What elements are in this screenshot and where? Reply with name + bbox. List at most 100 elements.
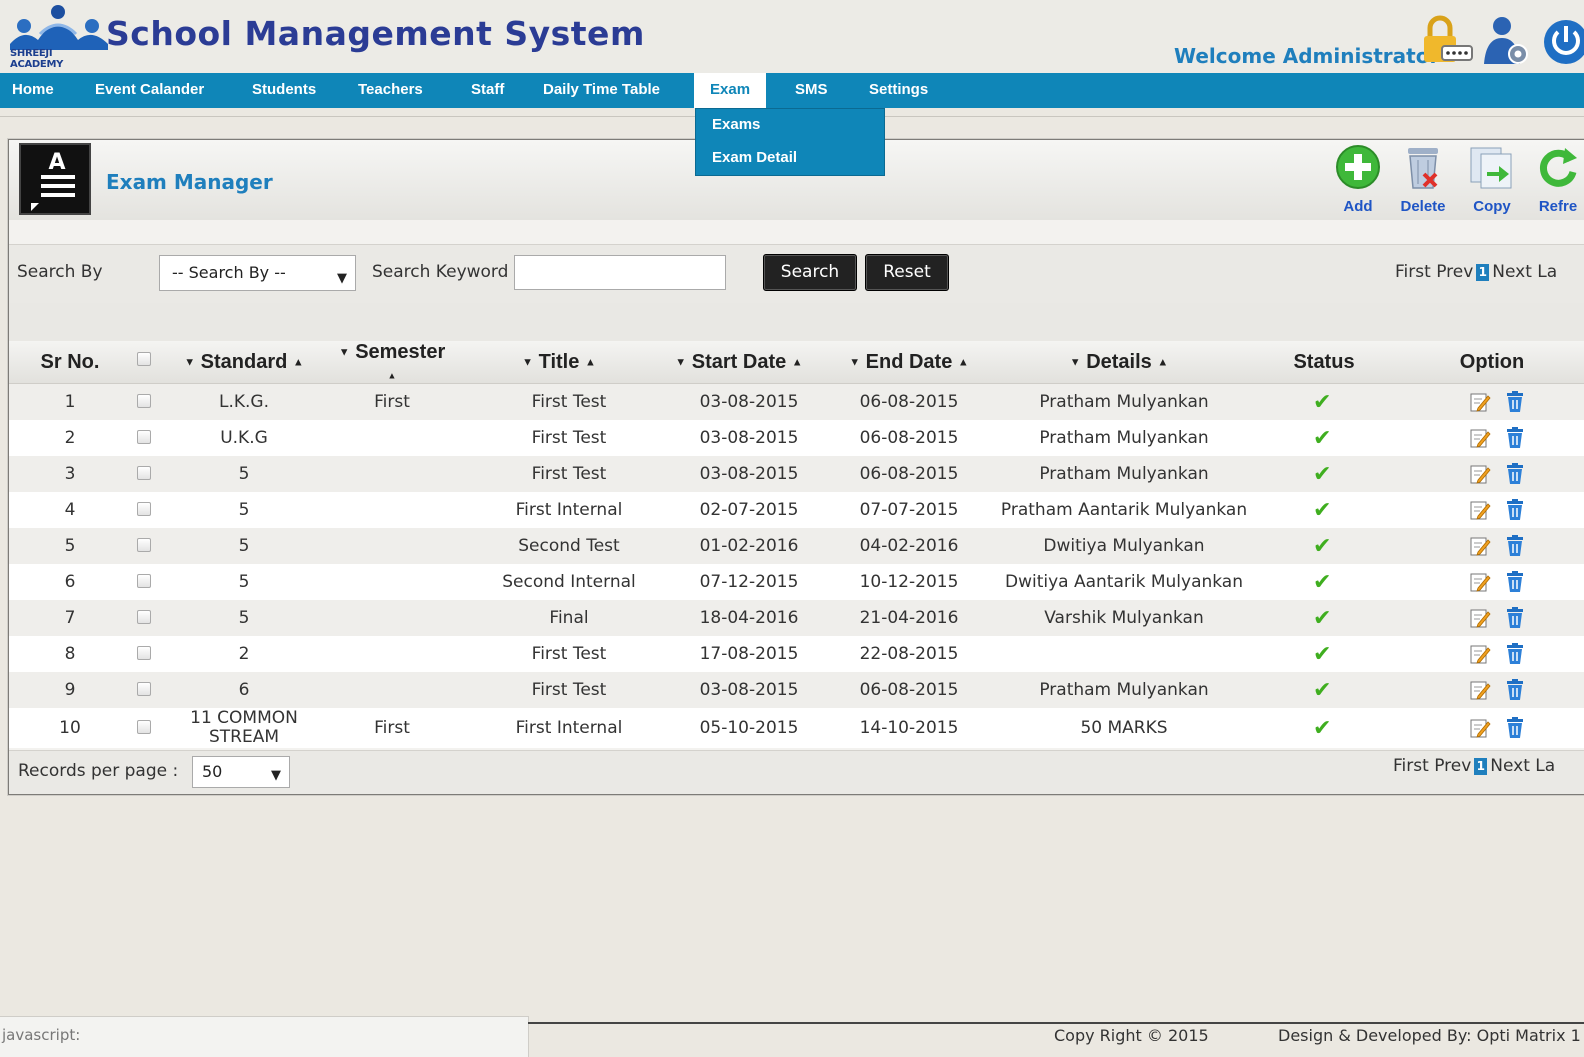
delete-row-icon[interactable] <box>1505 643 1525 669</box>
edit-icon[interactable] <box>1469 607 1491 633</box>
delete-row-icon[interactable] <box>1505 571 1525 597</box>
delete-row-icon[interactable] <box>1505 717 1525 743</box>
cell-start-date: 02-07-2015 <box>699 500 799 520</box>
reset-button[interactable]: Reset <box>865 254 949 291</box>
status-active-check-icon: ✔ <box>1313 534 1332 559</box>
search-button[interactable]: Search <box>763 254 857 291</box>
nav-event-calander[interactable]: Event Calander <box>95 73 204 108</box>
row-checkbox[interactable] <box>137 682 151 696</box>
copy-button[interactable]: Copy <box>1461 144 1523 215</box>
status-active-check-icon: ✔ <box>1313 390 1332 415</box>
nav-students[interactable]: Students <box>252 73 316 108</box>
sort-desc-icon: ▼ <box>184 356 196 369</box>
cell-semester <box>327 420 457 456</box>
cell-title: Second Test <box>518 536 620 556</box>
developer-credit: Design & Developed By: Opti Matrix 1 <box>1278 1026 1581 1045</box>
nav-daily-time-table[interactable]: Daily Time Table <box>543 73 660 108</box>
delete-row-icon[interactable] <box>1505 607 1525 633</box>
cell-standard: 11 COMMON STREAM <box>190 708 298 747</box>
edit-icon[interactable] <box>1469 717 1491 743</box>
lock-password-icon[interactable] <box>1422 14 1474 70</box>
nav-home[interactable]: Home <box>12 73 54 108</box>
edit-icon[interactable] <box>1469 499 1491 525</box>
row-checkbox[interactable] <box>137 720 151 734</box>
th-standard[interactable]: ▼ Standard ▲ <box>169 351 319 374</box>
row-checkbox[interactable] <box>137 610 151 624</box>
app-title: School Management System <box>106 14 645 53</box>
search-keyword-input[interactable] <box>514 255 726 290</box>
edit-icon[interactable] <box>1469 391 1491 417</box>
edit-icon[interactable] <box>1469 535 1491 561</box>
logout-power-icon[interactable] <box>1540 14 1584 70</box>
delete-row-icon[interactable] <box>1505 499 1525 525</box>
row-checkbox[interactable] <box>137 430 151 444</box>
row-checkbox[interactable] <box>137 538 151 552</box>
nav-sms[interactable]: SMS <box>795 73 828 108</box>
row-checkbox[interactable] <box>137 574 151 588</box>
table-row: 10 11 COMMON STREAM First First Internal 05-… <box>9 708 1584 748</box>
nav-teachers[interactable]: Teachers <box>358 73 423 108</box>
exam-manager-panel: A Exam Manager Add Delete Copy Refre Sea… <box>8 139 1584 795</box>
panel-title: Exam Manager <box>106 170 273 194</box>
edit-icon[interactable] <box>1469 679 1491 705</box>
edit-icon[interactable] <box>1469 643 1491 669</box>
edit-icon[interactable] <box>1469 571 1491 597</box>
cell-start-date: 01-02-2016 <box>699 536 799 556</box>
delete-label: Delete <box>1400 198 1446 215</box>
delete-row-icon[interactable] <box>1505 679 1525 705</box>
row-checkbox[interactable] <box>137 394 151 408</box>
academy-logo[interactable]: SHREEJI ACADEMY <box>10 4 108 70</box>
refresh-button[interactable]: Refre <box>1527 144 1584 215</box>
edit-icon[interactable] <box>1469 463 1491 489</box>
pager-last[interactable]: La <box>1535 756 1555 776</box>
cell-end-date: 07-07-2015 <box>859 500 959 520</box>
pager-page-1[interactable]: 1 <box>1474 757 1488 775</box>
th-sr-no: Sr No. <box>40 351 100 373</box>
status-active-check-icon: ✔ <box>1313 498 1332 523</box>
records-per-page-select[interactable]: 50 ▼ <box>192 756 290 788</box>
table-row: 6 5 Second Internal 07-12-2015 10-12-2015 Dwi… <box>9 564 1584 600</box>
select-all-checkbox[interactable] <box>137 352 151 366</box>
row-checkbox[interactable] <box>137 502 151 516</box>
cell-start-date: 17-08-2015 <box>699 644 799 664</box>
main-nav: Home Event Calander Students Teachers St… <box>0 73 1584 108</box>
user-settings-icon[interactable] <box>1480 14 1532 70</box>
th-end-date[interactable]: ▼ End Date ▲ <box>834 351 984 374</box>
cell-details: 50 MARKS <box>1080 718 1168 738</box>
th-title[interactable]: ▼ Title ▲ <box>499 351 619 374</box>
menu-item-exams[interactable]: Exams <box>712 116 760 133</box>
trash-icon <box>1408 148 1438 189</box>
delete-row-icon[interactable] <box>1505 427 1525 453</box>
cell-title: First Internal <box>515 718 623 738</box>
row-checkbox[interactable] <box>137 646 151 660</box>
pager-next[interactable]: Next <box>1492 262 1532 282</box>
pager-next[interactable]: Next <box>1490 756 1530 776</box>
delete-row-icon[interactable] <box>1505 535 1525 561</box>
row-checkbox[interactable] <box>137 466 151 480</box>
nav-settings[interactable]: Settings <box>869 73 928 108</box>
menu-item-exam-detail[interactable]: Exam Detail <box>712 149 797 166</box>
pager-prev[interactable]: Prev <box>1434 756 1471 776</box>
delete-row-icon[interactable] <box>1505 391 1525 417</box>
cell-details: Pratham Mulyankan <box>1039 392 1209 412</box>
copyright-text: Copy Right © 2015 <box>1054 1026 1209 1045</box>
nav-exam[interactable]: Exam <box>694 73 767 108</box>
cell-details: Pratham Mulyankan <box>1039 428 1209 448</box>
pager-prev[interactable]: Prev <box>1436 262 1473 282</box>
edit-icon[interactable] <box>1469 427 1491 453</box>
pager-first[interactable]: First <box>1395 262 1431 282</box>
pager-last[interactable]: La <box>1537 262 1557 282</box>
th-details[interactable]: ▼ Details ▲ <box>1054 351 1184 374</box>
delete-button[interactable]: Delete <box>1392 144 1454 215</box>
add-button[interactable]: Add <box>1327 144 1389 215</box>
sort-desc-icon: ▼ <box>1069 356 1081 369</box>
search-by-label: Search By <box>17 262 103 282</box>
pager-page-1[interactable]: 1 <box>1476 263 1490 281</box>
th-semester[interactable]: ▼ Semester ▲ <box>327 341 457 387</box>
nav-staff[interactable]: Staff <box>471 73 504 108</box>
delete-row-icon[interactable] <box>1505 463 1525 489</box>
th-start-date[interactable]: ▼ Start Date ▲ <box>659 351 819 374</box>
pager-first[interactable]: First <box>1393 756 1429 776</box>
search-by-select[interactable]: -- Search By -- ▼ <box>159 255 356 291</box>
status-active-check-icon: ✔ <box>1313 716 1332 741</box>
